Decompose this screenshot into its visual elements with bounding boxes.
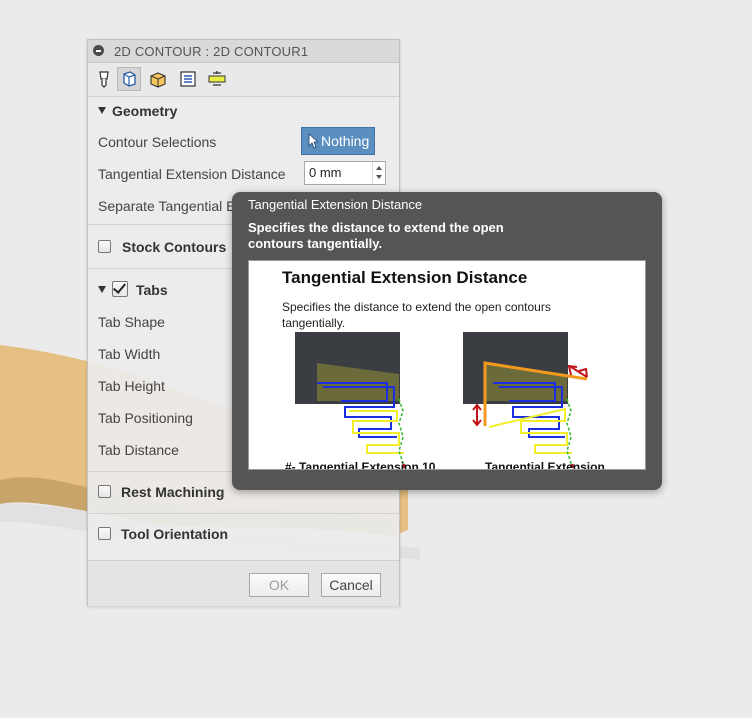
tool-orientation-section[interactable]: Tool Orientation (88, 519, 399, 549)
contour-selections-label: Contour Selections (98, 134, 217, 150)
separate-tangential-label: Separate Tangential En (98, 198, 244, 214)
tangential-extension-input[interactable]: 0 mm (304, 161, 386, 185)
dialog-title: 2D CONTOUR : 2D CONTOUR1 (114, 44, 309, 59)
tool-tab-icon[interactable] (92, 67, 116, 91)
cancel-button[interactable]: Cancel (321, 573, 381, 597)
tooltip-title: Tangential Extension Distance (248, 197, 423, 212)
vertical-extension-arrow (472, 403, 482, 427)
tabs-checkbox[interactable] (112, 281, 128, 297)
tooltip-illustration-panel: Tangential Extension Distance Specifies … (248, 260, 646, 470)
rest-machining-label: Rest Machining (121, 484, 225, 500)
linking-tab-icon[interactable] (205, 67, 229, 91)
tabs-section-label: Tabs (136, 282, 168, 298)
spinner-down-icon[interactable] (376, 175, 382, 179)
tab-height-label: Tab Height (98, 378, 165, 394)
collapse-icon[interactable] (93, 45, 104, 56)
geometry-section-label: Geometry (112, 103, 178, 119)
tool-orientation-checkbox[interactable] (98, 527, 111, 540)
tab-width-label: Tab Width (98, 346, 161, 362)
caption-left: #- Tangential Extension 10 (285, 460, 436, 470)
extension-illustration (295, 332, 588, 468)
dialog-tabs (88, 63, 399, 97)
caption-right: Tangential Extension (485, 460, 605, 470)
spinner-up-icon[interactable] (376, 166, 382, 170)
nothing-label: Nothing (321, 133, 370, 149)
stock-contours-checkbox[interactable] (98, 240, 111, 253)
rest-machining-checkbox[interactable] (98, 485, 111, 498)
spinner-arrows[interactable] (372, 162, 385, 184)
chevron-down-icon (98, 286, 106, 293)
panel-description: Specifies the distance to extend the ope… (282, 300, 551, 330)
chevron-down-icon (98, 107, 106, 114)
divider (88, 513, 399, 514)
tool-orientation-label: Tool Orientation (121, 526, 229, 542)
cursor-arrow-icon (308, 133, 320, 152)
tab-positioning-label: Tab Positioning (98, 410, 193, 426)
geometry-tab-icon[interactable] (117, 67, 141, 91)
panel-title: Tangential Extension Distance (282, 268, 528, 287)
passes-tab-icon[interactable] (176, 67, 200, 91)
tooltip-popup: Tangential Extension Distance Specifies … (232, 192, 662, 490)
tangential-extension-value: 0 mm (309, 165, 342, 180)
tab-distance-label: Tab Distance (98, 442, 179, 458)
tab-shape-label: Tab Shape (98, 314, 165, 330)
heights-tab-icon[interactable] (146, 67, 170, 91)
stock-contours-label: Stock Contours (122, 239, 227, 255)
dialog-footer: OK Cancel (88, 560, 399, 606)
tangential-extension-label: Tangential Extension Distance (98, 166, 286, 182)
geometry-section-header[interactable]: Geometry (88, 96, 399, 126)
dialog-title-bar[interactable]: 2D CONTOUR : 2D CONTOUR1 (88, 40, 399, 63)
contour-selection-button[interactable]: Nothing (301, 127, 375, 155)
ok-button[interactable]: OK (249, 573, 309, 597)
tooltip-description: Specifies the distance to extend the ope… (248, 220, 504, 251)
